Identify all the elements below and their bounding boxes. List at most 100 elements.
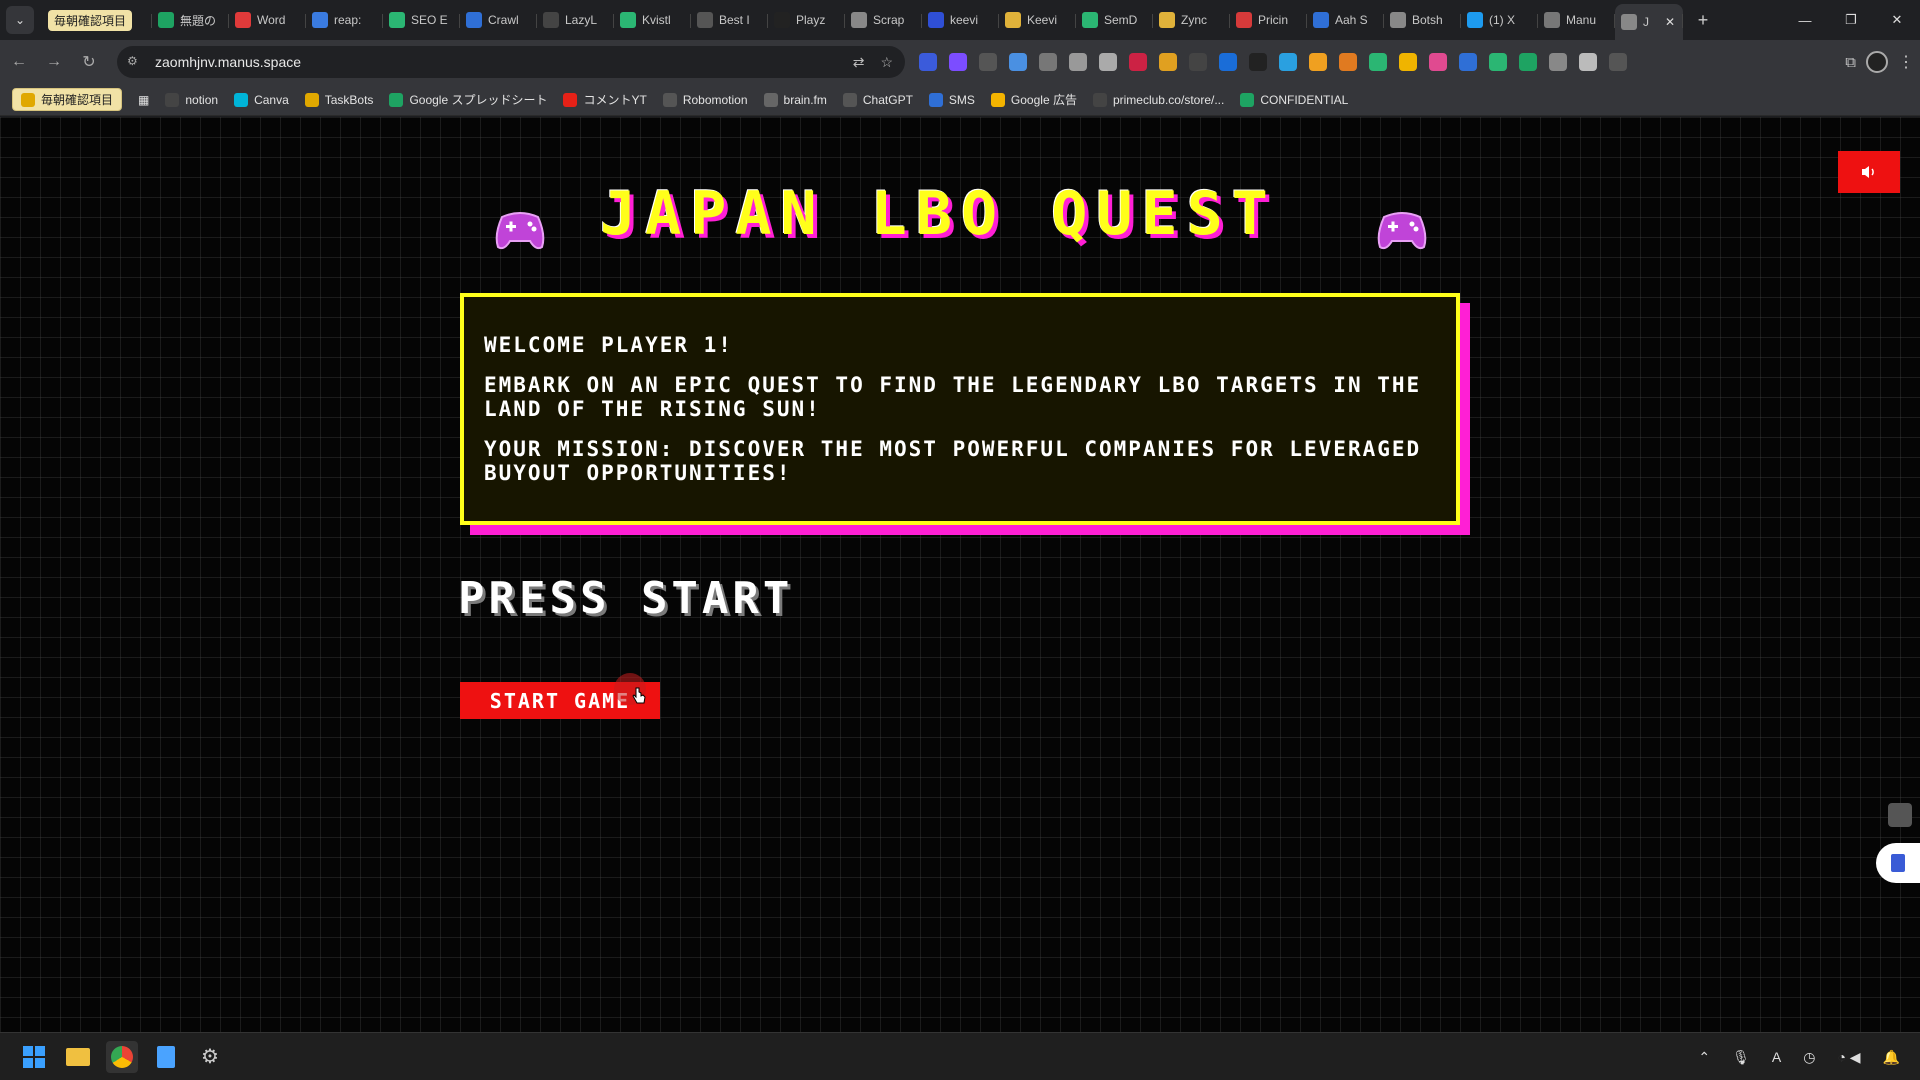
extension-icon[interactable]: [1549, 53, 1567, 71]
extension-icon[interactable]: [1159, 53, 1177, 71]
bookmark-item[interactable]: brain.fm: [763, 92, 827, 107]
extension-icon[interactable]: [1309, 53, 1327, 71]
tab-title: Crawl: [488, 13, 519, 27]
browser-tab[interactable]: Best I: [691, 4, 768, 36]
browser-tab[interactable]: SemD: [1076, 4, 1153, 36]
extensions-puzzle-icon[interactable]: ⧉: [1845, 54, 1856, 71]
browser-tab[interactable]: Scrap: [845, 4, 922, 36]
bookmark-folder[interactable]: 毎朝確認項目: [12, 88, 123, 111]
bookmark-item[interactable]: Google スプレッドシート: [389, 91, 547, 108]
sheets-icon: [1240, 92, 1255, 107]
extension-icon[interactable]: [1579, 53, 1597, 71]
notification-bell-icon[interactable]: 🔔: [1883, 1049, 1900, 1066]
browser-tab[interactable]: Crawl: [460, 4, 537, 36]
extension-icon[interactable]: [949, 53, 967, 71]
extension-icon[interactable]: [1219, 53, 1237, 71]
extension-icon[interactable]: [979, 53, 997, 71]
sound-toggle-button[interactable]: [1838, 151, 1900, 193]
bookmark-item[interactable]: notion: [165, 92, 218, 107]
browser-tab[interactable]: (1) X: [1461, 4, 1538, 36]
extension-icon[interactable]: [1099, 53, 1117, 71]
extension-icon[interactable]: [1489, 53, 1507, 71]
speaker-icon: [1862, 166, 1874, 178]
browser-tab[interactable]: Keevi: [999, 4, 1076, 36]
welcome-quest-text: EMBARK ON AN EPIC QUEST TO FIND THE LEGE…: [484, 373, 1422, 421]
notepad-icon[interactable]: [150, 1041, 182, 1073]
browser-tab[interactable]: Botsh: [1384, 4, 1461, 36]
close-window-button[interactable]: ✕: [1874, 0, 1920, 40]
browser-tab[interactable]: Playz: [768, 4, 845, 36]
extension-icon[interactable]: [1009, 53, 1027, 71]
profile-avatar[interactable]: [1866, 51, 1888, 73]
bookmark-label: Robomotion: [682, 92, 748, 107]
minimize-button[interactable]: —: [1782, 0, 1828, 40]
globe-icon: [1390, 12, 1406, 28]
chrome-icon[interactable]: [106, 1040, 138, 1073]
bookmark-item[interactable]: Canva: [234, 92, 289, 107]
youtube-icon: [563, 92, 578, 107]
canva-icon: [234, 92, 249, 107]
side-panel-tab[interactable]: [1876, 843, 1920, 883]
clock-icon[interactable]: ◷: [1803, 1049, 1815, 1066]
new-tab-button[interactable]: +: [1689, 10, 1717, 31]
bookmark-item[interactable]: primeclub.co/store/...: [1092, 92, 1224, 107]
file-explorer-icon[interactable]: [62, 1041, 94, 1073]
bookmark-item[interactable]: TaskBots: [304, 92, 373, 107]
tab-group-label[interactable]: 毎朝確認項目: [48, 9, 133, 31]
apps-grid-icon[interactable]: ▦: [138, 93, 149, 107]
windows-start-icon[interactable]: [18, 1041, 50, 1073]
side-widget-icon[interactable]: [1888, 803, 1912, 827]
browser-tab[interactable]: Zync: [1153, 4, 1230, 36]
translate-icon[interactable]: ⇄: [853, 54, 865, 71]
extension-icon[interactable]: [1039, 53, 1057, 71]
extension-icon[interactable]: [1129, 53, 1147, 71]
tray-expand-icon[interactable]: ⌃: [1698, 1049, 1710, 1066]
bookmark-item[interactable]: ChatGPT: [842, 92, 913, 107]
browser-tab[interactable]: LazyL: [537, 4, 614, 36]
back-button[interactable]: ←: [3, 46, 35, 78]
extension-icon[interactable]: [1339, 53, 1357, 71]
extension-icon[interactable]: [1519, 53, 1537, 71]
browser-tab[interactable]: Aah S: [1307, 4, 1384, 36]
restore-button[interactable]: ❐: [1828, 0, 1874, 40]
extension-icon[interactable]: [1069, 53, 1087, 71]
close-tab-icon[interactable]: ✕: [1665, 15, 1675, 29]
browser-tab[interactable]: keevi: [922, 4, 999, 36]
browser-tab[interactable]: J ✕: [1615, 4, 1683, 40]
browser-tab[interactable]: Pricin: [1230, 4, 1307, 36]
reload-button[interactable]: ↻: [73, 46, 105, 78]
extension-icon[interactable]: [1369, 53, 1387, 71]
address-bar[interactable]: ⚙ zaomhjnv.manus.space ⇄ ☆: [117, 46, 905, 78]
extension-icon[interactable]: [1249, 53, 1267, 71]
bookmark-item[interactable]: Robomotion: [662, 92, 748, 107]
extension-icon[interactable]: [1609, 53, 1627, 71]
browser-tab[interactable]: 無題の: [152, 4, 229, 36]
browser-tab[interactable]: Kvistl: [614, 4, 691, 36]
browser-tab[interactable]: Word: [229, 4, 306, 36]
extension-icon[interactable]: [1279, 53, 1297, 71]
browser-tab[interactable]: 毎朝確認項目: [42, 4, 152, 36]
welcome-panel: WELCOME PLAYER 1! EMBARK ON AN EPIC QUES…: [460, 293, 1460, 525]
site-info-icon[interactable]: ⚙: [127, 54, 143, 70]
settings-icon[interactable]: ⚙: [194, 1041, 226, 1073]
bookmark-item[interactable]: CONFIDENTIAL: [1240, 92, 1348, 107]
extension-icon[interactable]: [919, 53, 937, 71]
bookmark-item[interactable]: コメントYT: [563, 91, 647, 108]
tab-search-button[interactable]: ⌄: [6, 6, 34, 34]
browser-tab[interactable]: reap:: [306, 4, 383, 36]
microphone-icon[interactable]: 🎙: [1732, 1049, 1750, 1066]
extension-icon[interactable]: [1399, 53, 1417, 71]
bookmark-star-icon[interactable]: ☆: [880, 54, 893, 71]
bookmark-item[interactable]: Google 広告: [990, 91, 1077, 108]
forward-button[interactable]: →: [38, 46, 70, 78]
browser-tab[interactable]: Manu: [1538, 4, 1615, 36]
wifi-volume-icon[interactable]: ◔ ◀: [1837, 1049, 1860, 1066]
extension-icon[interactable]: [1189, 53, 1207, 71]
sheets-icon: [389, 92, 404, 107]
extension-icon[interactable]: [1459, 53, 1477, 71]
extension-icon[interactable]: [1429, 53, 1447, 71]
browser-tab[interactable]: SEO E: [383, 4, 460, 36]
bookmark-item[interactable]: SMS: [928, 92, 975, 107]
ime-indicator-icon[interactable]: A: [1772, 1049, 1781, 1065]
browser-menu-icon[interactable]: ⋮: [1898, 52, 1914, 72]
